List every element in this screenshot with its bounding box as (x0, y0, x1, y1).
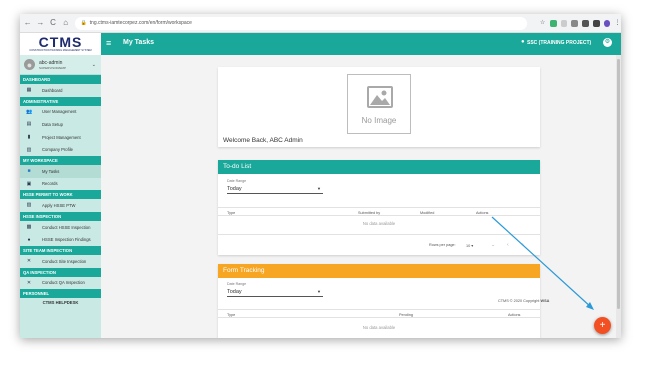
annotation-arrow (491, 216, 594, 310)
